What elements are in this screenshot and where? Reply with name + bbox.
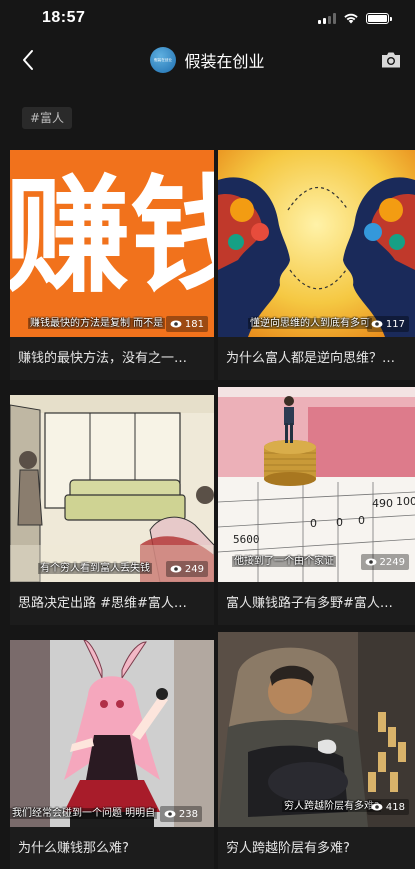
nav-bar: 假装在创业 假装在创业 (0, 38, 415, 82)
video-thumbnail: 懂逆向思维的人到底有多可 117 (218, 150, 415, 337)
view-count: 238 (159, 806, 202, 822)
eye-icon (170, 565, 182, 573)
video-caption: 穷人跨越阶层有多难? (226, 841, 350, 856)
avatar[interactable]: 假装在创业 (150, 47, 177, 73)
video-caption: 思路决定出路 #思维#富人… (18, 596, 187, 611)
eye-icon (164, 810, 176, 818)
avatar-text: 假装在创业 (154, 57, 173, 62)
view-count: 249 (165, 561, 208, 577)
table-value: 100 (396, 495, 415, 508)
eye-icon (365, 558, 377, 566)
table-value: 490 (372, 497, 393, 510)
table-value: 0 (310, 517, 317, 530)
eye-icon (371, 803, 383, 811)
video-card[interactable]: 有个穷人看到富人丢失钱 249 思路决定出路 #思维#富人… (10, 395, 214, 625)
video-card[interactable]: 懂逆向思维的人到底有多可 117 为什么富人都是逆向思维？… (218, 150, 415, 380)
status-time: 18:57 (42, 9, 86, 26)
eye-icon (170, 320, 182, 328)
view-count: 117 (366, 316, 409, 332)
battery-icon (366, 12, 392, 24)
back-button[interactable] (14, 46, 42, 74)
thumb-big-text: 赚钱 (10, 163, 214, 310)
status-icons (318, 12, 392, 24)
chevron-left-icon (23, 50, 33, 70)
video-thumbnail: 有个穷人看到富人丢失钱 249 (10, 395, 214, 582)
video-card[interactable]: 赚钱 赚钱最快的方法是复制 而不是 181 赚钱的最快方法，没有之一… (10, 150, 214, 380)
view-count: 2249 (360, 554, 409, 570)
table-value: 5600 (233, 533, 260, 546)
page-title: 假装在创业 (184, 52, 265, 71)
view-count: 181 (165, 316, 208, 332)
video-card[interactable]: 5600 0 0 0 490 100 他接到了一个由个家证 2249 富人赚钱路… (218, 387, 415, 625)
video-caption: 为什么富人都是逆向思维？… (226, 351, 396, 366)
video-card[interactable]: 我们经常会碰到一个问题 明明自 238 为什么赚钱那么难? (10, 640, 214, 869)
camera-button[interactable] (377, 47, 405, 73)
view-count: 418 (366, 799, 409, 815)
nav-center: 假装在创业 假装在创业 (150, 47, 265, 73)
cellular-signal-icon (318, 12, 336, 24)
video-card[interactable]: 穷人跨越阶层有多难? 418 穷人跨越阶层有多难? (218, 632, 415, 869)
camera-icon (382, 52, 400, 68)
hashtag-chip[interactable]: #富人 (22, 107, 73, 129)
video-thumbnail: 5600 0 0 0 490 100 他接到了一个由个家证 2249 (218, 387, 415, 582)
table-value: 0 (358, 514, 365, 527)
wifi-icon (344, 13, 358, 24)
video-caption: 赚钱的最快方法，没有之一… (18, 351, 188, 366)
video-thumbnail: 穷人跨越阶层有多难? 418 (218, 632, 415, 827)
eye-icon (371, 320, 383, 328)
table-value: 0 (336, 516, 343, 529)
video-thumbnail: 我们经常会碰到一个问题 明明自 238 (10, 640, 214, 827)
video-caption: 富人赚钱路子有多野#富人… (226, 596, 393, 611)
video-thumbnail: 赚钱 赚钱最快的方法是复制 而不是 181 (10, 150, 214, 337)
video-caption: 为什么赚钱那么难? (18, 841, 129, 856)
status-bar: 18:57 (0, 0, 415, 36)
